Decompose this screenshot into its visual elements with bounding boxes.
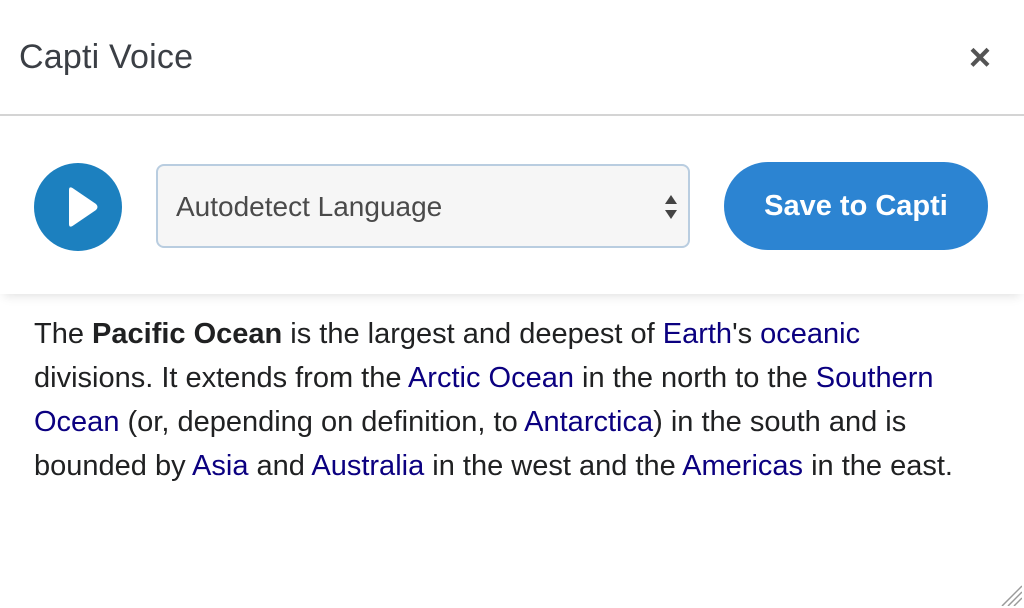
- link-australia[interactable]: Australia: [311, 450, 424, 482]
- dialog-header: Capti Voice ×: [0, 0, 1024, 116]
- text-segment: The: [34, 318, 93, 350]
- language-select-value: Autodetect Language: [176, 191, 443, 222]
- link-americas[interactable]: Americas: [682, 450, 803, 482]
- resize-handle-icon[interactable]: [998, 582, 1022, 606]
- text-segment: (or, depending on definition, to: [119, 406, 525, 438]
- close-icon: ×: [968, 37, 992, 79]
- text-segment: in the east.: [803, 450, 953, 482]
- link-asia[interactable]: Asia: [192, 450, 248, 482]
- dialog-title: Capti Voice: [19, 38, 194, 76]
- text-segment: and: [248, 450, 312, 482]
- play-icon: [69, 187, 98, 227]
- player-toolbar: Autodetect Language Save to Capti: [0, 118, 1024, 294]
- link-arctic-ocean[interactable]: Arctic Ocean: [408, 362, 574, 394]
- text-segment: is the largest and deepest of: [282, 318, 663, 350]
- text-segment: 's: [732, 318, 761, 350]
- capti-voice-dialog: Capti Voice × Autodetect Language Save t…: [0, 0, 1024, 608]
- close-button[interactable]: ×: [960, 38, 1000, 78]
- article-paragraph: The Pacific Ocean is the largest and dee…: [34, 312, 984, 488]
- link-oceanic[interactable]: oceanic: [760, 318, 860, 350]
- article-content: The Pacific Ocean is the largest and dee…: [34, 312, 984, 488]
- text-segment: divisions. It extends from the: [34, 362, 408, 394]
- bold-term: Pacific Ocean: [92, 318, 283, 350]
- link-antarctica[interactable]: Antarctica: [524, 406, 653, 438]
- play-button[interactable]: [34, 163, 122, 251]
- text-segment: in the west and the: [424, 450, 683, 482]
- link-earth[interactable]: Earth: [663, 318, 732, 350]
- save-to-capti-button[interactable]: Save to Capti: [724, 162, 988, 250]
- language-select[interactable]: Autodetect Language: [156, 164, 690, 248]
- text-segment: in the north to the: [573, 362, 816, 394]
- select-arrows-icon: [665, 195, 677, 219]
